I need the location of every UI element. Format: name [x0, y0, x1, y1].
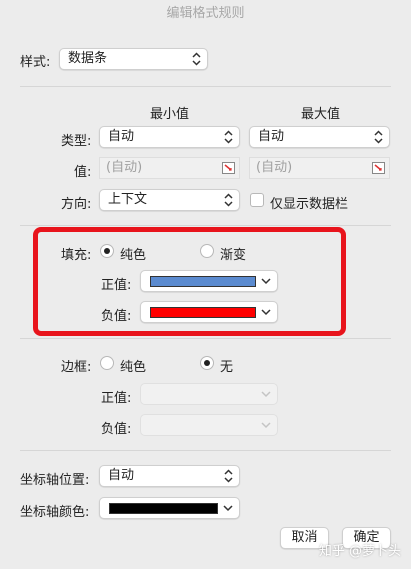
direction-value: 上下文	[108, 192, 148, 207]
border-positive-color-popup[interactable]	[140, 383, 278, 405]
divider	[20, 338, 391, 339]
value-max-field[interactable]: (自动)	[249, 157, 390, 179]
border-label: 边框:	[61, 360, 92, 375]
divider	[20, 225, 391, 226]
value-min-placeholder: (自动)	[106, 160, 143, 175]
only-show-bar-label: 仅显示数据栏	[270, 197, 349, 212]
chevron-down-icon	[261, 422, 271, 429]
direction-label: 方向:	[61, 197, 92, 212]
min-column-header: 最小值	[150, 107, 190, 122]
value-label: 值:	[74, 165, 92, 180]
border-none-radio[interactable]	[200, 356, 214, 370]
updown-chevron-icon	[192, 52, 201, 66]
updown-chevron-icon	[374, 130, 383, 144]
red-highlight-box	[33, 227, 346, 336]
updown-chevron-icon	[224, 193, 233, 207]
border-negative-color-popup[interactable]	[140, 414, 278, 436]
divider	[20, 86, 391, 87]
type-max-popup[interactable]: 自动	[249, 126, 390, 148]
updown-chevron-icon	[224, 130, 233, 144]
style-value: 数据条	[68, 51, 108, 66]
border-positive-label: 正值:	[101, 391, 132, 406]
cell-range-picker-icon[interactable]	[222, 162, 235, 174]
border-solid-label: 纯色	[120, 360, 147, 375]
type-min-popup[interactable]: 自动	[99, 126, 240, 148]
only-show-bar-checkbox[interactable]	[250, 193, 264, 207]
border-negative-label: 负值:	[101, 422, 132, 437]
axis-position-value: 自动	[108, 468, 135, 483]
max-column-header: 最大值	[301, 107, 341, 122]
border-solid-radio[interactable]	[100, 356, 114, 370]
value-min-field[interactable]: (自动)	[99, 157, 240, 179]
divider	[20, 450, 391, 451]
axis-color-swatch	[109, 503, 218, 514]
chevron-down-icon	[223, 505, 233, 512]
direction-popup[interactable]: 上下文	[99, 189, 240, 211]
axis-position-popup[interactable]: 自动	[99, 465, 240, 487]
type-max-value: 自动	[258, 129, 285, 144]
border-none-label: 无	[220, 360, 234, 375]
type-min-value: 自动	[108, 129, 135, 144]
watermark: 知乎 @萝卜头	[318, 544, 401, 559]
cell-range-picker-icon[interactable]	[372, 162, 385, 174]
style-popup[interactable]: 数据条	[59, 48, 208, 70]
window-title: 编辑格式规则	[166, 6, 245, 21]
value-max-placeholder: (自动)	[256, 160, 293, 175]
style-label: 样式:	[20, 55, 51, 70]
axis-color-label: 坐标轴颜色:	[20, 505, 90, 520]
updown-chevron-icon	[224, 469, 233, 483]
axis-position-label: 坐标轴位置:	[20, 473, 90, 488]
type-label: 类型:	[61, 134, 92, 149]
chevron-down-icon	[261, 391, 271, 398]
axis-color-popup[interactable]	[99, 497, 240, 519]
